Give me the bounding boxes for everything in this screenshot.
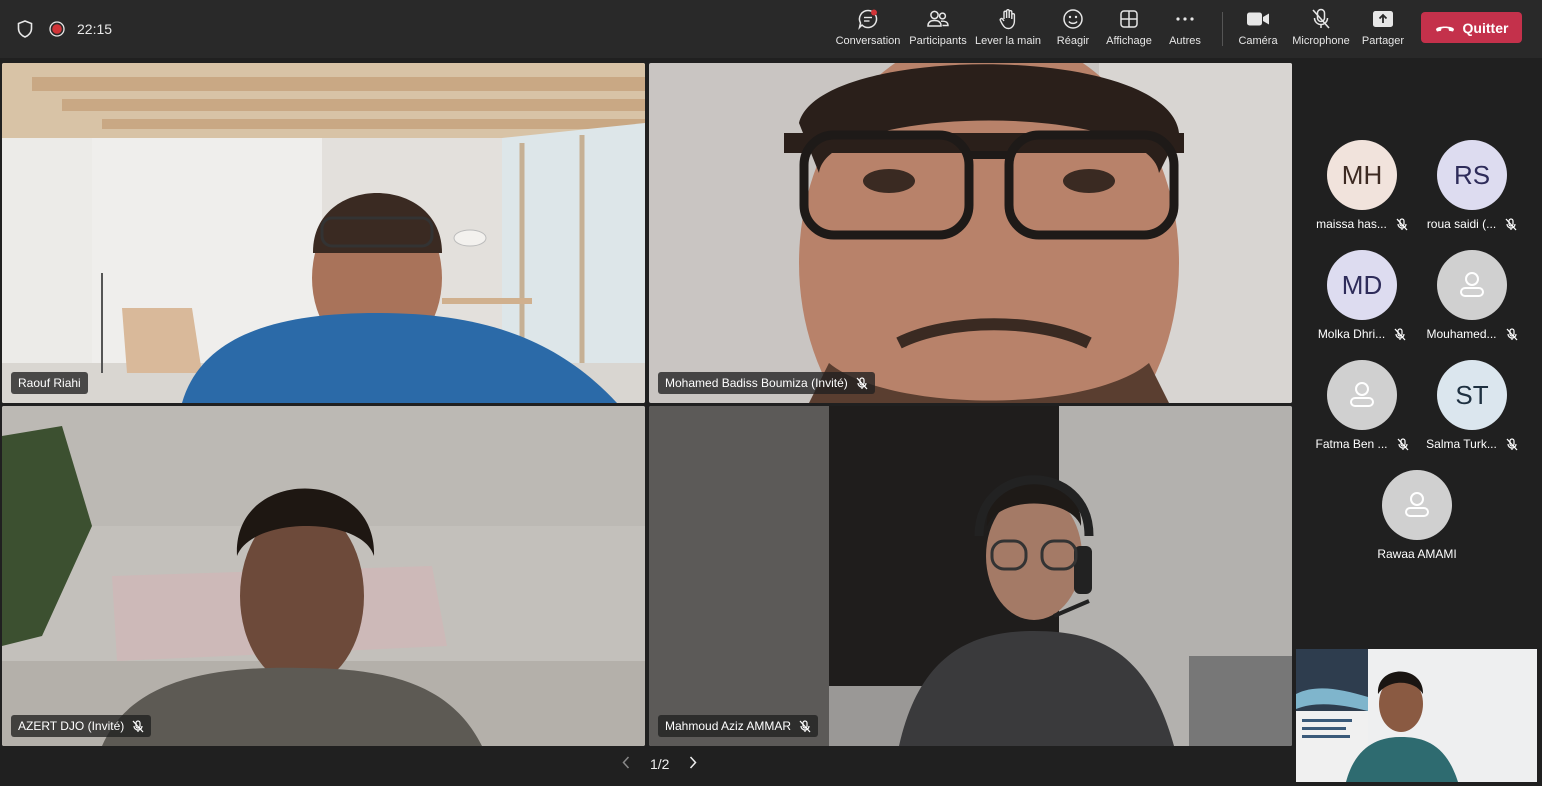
meeting-timer: 22:15	[77, 21, 113, 37]
participant-item[interactable]: RS roua saidi (...	[1417, 140, 1527, 231]
mic-off-icon	[1506, 327, 1518, 341]
avatar: ST	[1437, 360, 1507, 430]
participant-video	[649, 63, 1292, 403]
participant-video	[2, 406, 645, 746]
participant-item[interactable]: MD Molka Dhri...	[1307, 250, 1417, 341]
shield-icon	[17, 0, 33, 58]
video-tile[interactable]: Mahmoud Aziz AMMAR	[649, 406, 1292, 746]
participant-item[interactable]: Fatma Ben ...	[1307, 360, 1417, 451]
participant-item[interactable]: ST Salma Turk...	[1417, 360, 1527, 451]
microphone-button[interactable]: Microphone	[1290, 6, 1352, 52]
person-icon	[1327, 360, 1397, 430]
mic-off-icon	[1397, 437, 1409, 451]
avatar: RS	[1437, 140, 1507, 210]
gallery-pager: 1/2	[612, 756, 707, 772]
avatar: MH	[1327, 140, 1397, 210]
more-button[interactable]: Autres	[1163, 6, 1207, 52]
chat-button[interactable]: Conversation	[836, 6, 900, 52]
page-indicator: 1/2	[650, 756, 670, 772]
recording-icon	[49, 0, 65, 58]
mic-off-icon	[132, 719, 144, 733]
chevron-left-icon[interactable]	[622, 756, 630, 772]
participant-item[interactable]: Rawaa AMAMI	[1362, 470, 1472, 561]
video-name-label: Raouf Riahi	[11, 372, 88, 394]
react-button[interactable]: Réagir	[1051, 6, 1095, 52]
participant-item[interactable]: MH maissa has...	[1307, 140, 1417, 231]
emoji-icon	[1062, 6, 1084, 32]
people-icon	[926, 6, 950, 32]
video-name-label: AZERT DJO (Invité)	[11, 715, 152, 737]
chevron-right-icon[interactable]	[689, 756, 697, 772]
mic-off-icon	[799, 719, 811, 733]
mic-off-icon	[1505, 217, 1517, 231]
camera-button[interactable]: Caméra	[1234, 6, 1282, 52]
participant-video	[649, 406, 1292, 746]
mic-off-icon	[856, 376, 868, 390]
video-tile[interactable]: AZERT DJO (Invité)	[2, 406, 645, 746]
more-icon	[1175, 6, 1195, 32]
meeting-toolbar: 22:15 Conversation Participants Lever la…	[0, 0, 1542, 58]
share-button[interactable]: Partager	[1359, 6, 1407, 52]
toolbar-divider	[1222, 12, 1223, 46]
participant-item[interactable]: Mouhamed...	[1417, 250, 1527, 341]
chat-icon	[857, 6, 879, 32]
mic-off-icon	[1394, 327, 1406, 341]
video-tile[interactable]: Mohamed Badiss Boumiza (Invité)	[649, 63, 1292, 403]
video-name-label: Mohamed Badiss Boumiza (Invité)	[658, 372, 875, 394]
raise-hand-button[interactable]: Lever la main	[974, 6, 1042, 52]
raise-hand-icon	[998, 6, 1018, 32]
self-video	[1296, 649, 1537, 782]
self-view-video[interactable]	[1296, 649, 1537, 782]
grid-icon	[1119, 6, 1139, 32]
phone-hangup-icon	[1435, 23, 1455, 33]
avatar: MD	[1327, 250, 1397, 320]
video-name-label: Mahmoud Aziz AMMAR	[658, 715, 819, 737]
person-icon	[1437, 250, 1507, 320]
mic-off-icon	[1396, 217, 1408, 231]
video-tile[interactable]: Raouf Riahi	[2, 63, 645, 403]
view-button[interactable]: Affichage	[1104, 6, 1154, 52]
share-icon	[1372, 6, 1394, 32]
participants-button[interactable]: Participants	[908, 6, 968, 52]
mic-off-icon	[1506, 437, 1518, 451]
participant-video	[2, 63, 645, 403]
leave-button[interactable]: Quitter	[1421, 12, 1522, 43]
mic-off-icon	[1311, 6, 1331, 32]
participant-roster: MH maissa has... RS roua saidi (... MD M…	[1294, 58, 1542, 638]
camera-icon	[1246, 6, 1270, 32]
person-icon	[1382, 470, 1452, 540]
